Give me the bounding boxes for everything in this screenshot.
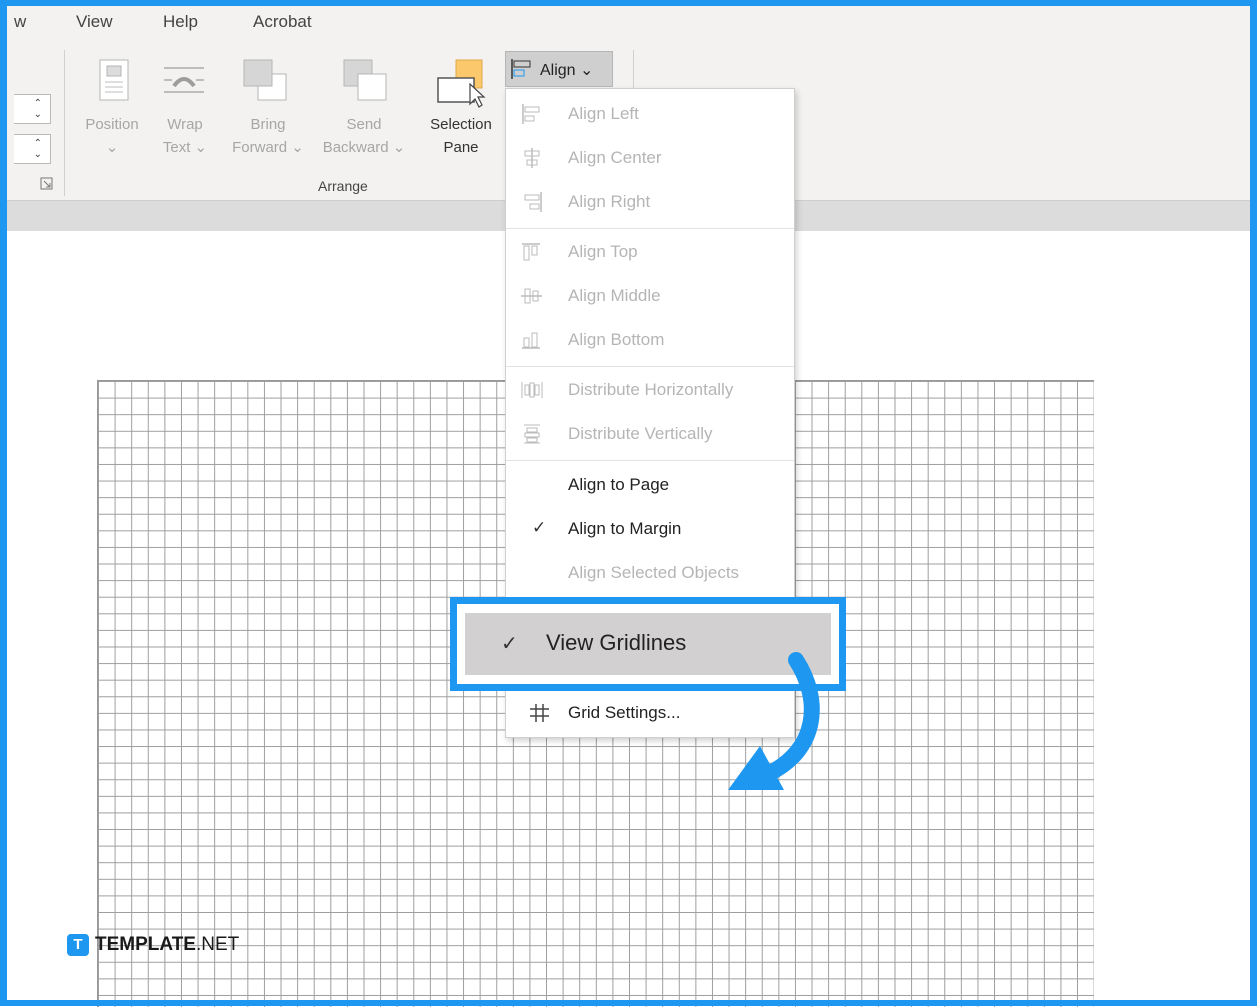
template-logo-brand: TEMPLATE (95, 934, 196, 956)
template-logo-suffix: .NET (195, 934, 240, 956)
dialog-launcher-icon[interactable] (40, 177, 54, 191)
distribute-horizontally-icon (521, 382, 543, 398)
align-button-label: Align ⌄ (540, 62, 594, 79)
view-gridlines-label: View Gridlines (546, 630, 687, 655)
menu-label: Align Bottom (568, 330, 665, 349)
menu-item-align-to-margin[interactable]: ✓ Align to Margin (506, 507, 794, 551)
menu-label: Grid Settings... (568, 703, 681, 722)
width-spinner[interactable]: ⌃ ⌄ (14, 134, 51, 164)
template-logo-badge: T (67, 934, 89, 956)
menu-tab-view-partial[interactable]: w (14, 12, 26, 32)
menu-label: Align to Page (568, 475, 670, 494)
menu-label: Distribute Horizontally (568, 380, 734, 399)
menu-tab-acrobat[interactable]: Acrobat (253, 12, 312, 32)
align-right-icon (524, 192, 542, 212)
wrap-text-icon (164, 67, 204, 93)
template-net-logo: T TEMPLATE.NET (67, 934, 239, 956)
menu-separator (506, 228, 794, 229)
height-spinner[interactable]: ⌃ ⌄ (14, 94, 51, 124)
menu-label: Align Middle (568, 286, 661, 305)
align-center-icon (524, 148, 540, 168)
send-backward-icon (343, 59, 387, 101)
menu-item-align-middle[interactable]: Align Middle (506, 274, 794, 318)
menu-label: Align Right (568, 192, 651, 211)
menu-tab-help[interactable]: Help (163, 12, 198, 32)
menu-tab-view[interactable]: View (76, 12, 113, 32)
align-button[interactable]: Align ⌄ (505, 51, 613, 87)
grid-icon (530, 704, 549, 722)
align-bottom-icon (522, 332, 540, 349)
curved-arrow-icon (728, 652, 820, 790)
menu-item-align-left[interactable]: Align Left (506, 92, 794, 136)
selection-label: Selection (430, 116, 492, 133)
menu-separator (506, 366, 794, 367)
menu-item-distribute-horizontally[interactable]: Distribute Horizontally (506, 368, 794, 412)
backward-label: Backward ⌄ (322, 139, 406, 156)
menu-label: Align Selected Objects (568, 563, 740, 582)
position-dropdown-arrow: ⌄ (105, 139, 119, 156)
distribute-vertically-icon (524, 424, 540, 444)
menu-item-align-to-page[interactable]: Align to Page (506, 463, 794, 507)
menu-item-align-bottom[interactable]: Align Bottom (506, 318, 794, 362)
wrap-label: Wrap (167, 116, 203, 133)
bring-forward-icon (243, 59, 287, 101)
group-separator (64, 50, 65, 196)
position-label: Position (85, 116, 139, 133)
checkmark-icon: ✓ (532, 518, 547, 537)
position-icon (99, 59, 129, 101)
menu-separator (506, 460, 794, 461)
menu-label: Align Top (568, 242, 638, 261)
align-top-icon (522, 243, 540, 261)
menu-item-distribute-vertically[interactable]: Distribute Vertically (506, 412, 794, 456)
forward-label: Forward ⌄ (232, 139, 304, 156)
menu-label: Align Center (568, 148, 662, 167)
menu-item-align-right[interactable]: Align Right (506, 180, 794, 224)
menu-item-align-selected-objects[interactable]: Align Selected Objects (506, 551, 794, 595)
menu-label: Align Left (568, 104, 639, 123)
menu-item-align-top[interactable]: Align Top (506, 230, 794, 274)
selection-pane-icon (437, 59, 486, 108)
send-label: Send (346, 116, 382, 133)
align-left-icon (511, 59, 531, 79)
align-middle-icon (521, 288, 542, 304)
menu-label: Distribute Vertically (568, 424, 713, 443)
pane-label: Pane (443, 139, 479, 156)
align-left-icon (522, 104, 540, 124)
bring-label: Bring (250, 116, 286, 133)
menu-item-align-center[interactable]: Align Center (506, 136, 794, 180)
wrap-text-label: Text ⌄ (162, 139, 208, 156)
menu-label: Align to Margin (568, 519, 682, 538)
checkmark-icon: ✓ (501, 633, 518, 655)
arrange-group-label: Arrange (318, 178, 368, 194)
